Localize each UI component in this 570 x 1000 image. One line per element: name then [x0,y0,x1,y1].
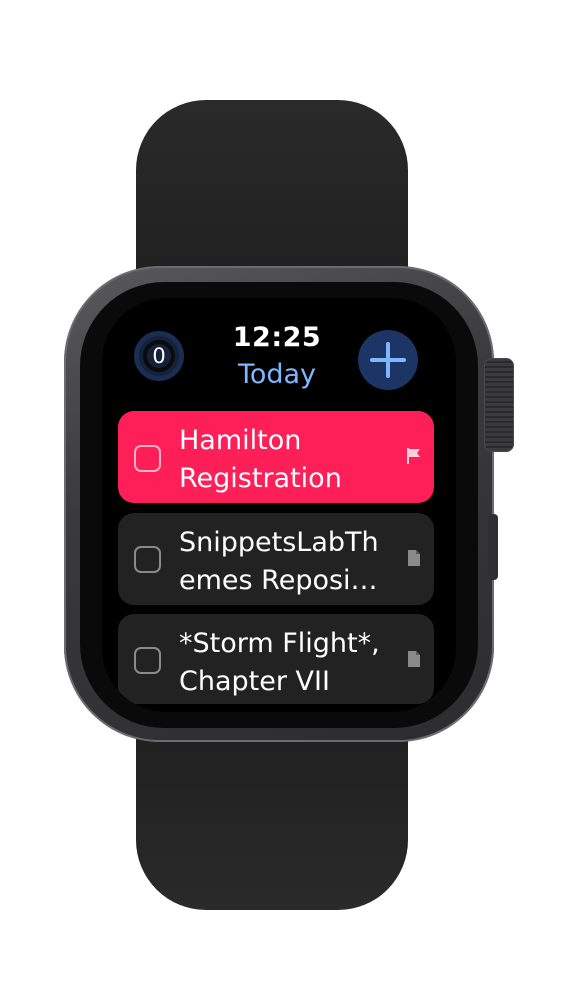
note-icon [408,651,420,667]
task-title: SnippetsLabTh emes Reposi… [179,527,379,596]
list-title: Today [237,359,317,390]
task-row[interactable]: Hamilton Registration [118,411,434,503]
note-icon [408,550,420,566]
task-checkbox[interactable] [134,445,161,472]
watch-device: 0 12:25 Today Hamilton Registration Snip… [0,0,570,1000]
completion-count: 0 [152,344,166,368]
add-task-button[interactable] [358,330,418,390]
side-button[interactable] [488,514,498,580]
watch-screen: 0 12:25 Today Hamilton Registration Snip… [102,298,456,712]
task-title: Hamilton Registration [179,425,342,494]
clock-time: 12:25 [232,322,322,353]
task-title: *Storm Flight*, Chapter VII [179,628,380,697]
task-row[interactable]: SnippetsLabTh emes Reposi… [118,513,434,605]
task-checkbox[interactable] [134,546,161,573]
flag-icon [407,448,420,464]
task-row[interactable]: *Storm Flight*, Chapter VII [118,614,434,704]
digital-crown[interactable] [484,358,514,452]
completion-counter[interactable]: 0 [134,331,184,381]
task-checkbox[interactable] [134,647,161,674]
plus-icon [370,342,406,378]
